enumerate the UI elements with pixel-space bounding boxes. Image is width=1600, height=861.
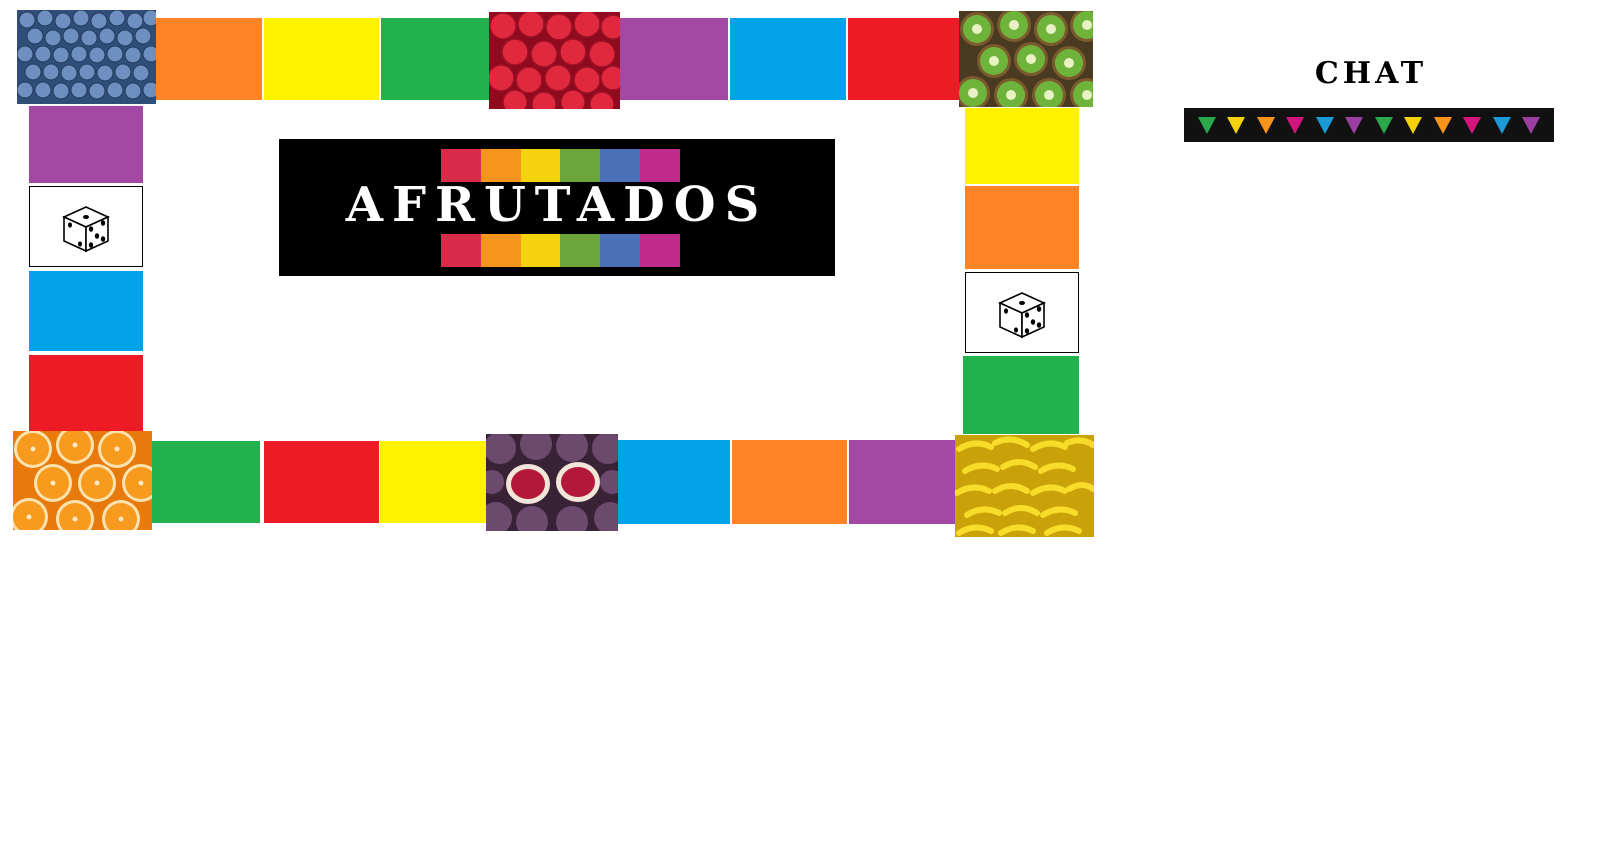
dice-square-right[interactable]: [965, 272, 1079, 353]
chat-marker-icon: [1492, 116, 1511, 134]
board-square[interactable]: [29, 106, 143, 183]
dice-icon: [998, 291, 1046, 338]
board-square[interactable]: [849, 440, 955, 524]
board-square[interactable]: [380, 441, 486, 523]
fruit-strip-segment: [600, 234, 641, 267]
chat-marker-icon: [1404, 116, 1423, 134]
board-square[interactable]: [152, 441, 260, 523]
chat-marker-icon: [1256, 116, 1275, 134]
chat-marker-icon: [1286, 116, 1305, 134]
fruit-strip-bottom: [441, 234, 680, 267]
chat-bar[interactable]: [1184, 108, 1554, 142]
chat-marker-icon: [1522, 116, 1541, 134]
figs-tile[interactable]: [486, 434, 618, 531]
board-square[interactable]: [730, 18, 846, 100]
board-square[interactable]: [618, 440, 730, 524]
chat-marker-icon: [1197, 116, 1216, 134]
board-square[interactable]: [264, 18, 379, 100]
raspberries-image: [489, 12, 620, 109]
board-square[interactable]: [29, 355, 143, 431]
chat-marker-icon: [1345, 116, 1364, 134]
blueberries-image: [17, 10, 156, 104]
board-square[interactable]: [264, 441, 379, 523]
board-square[interactable]: [965, 186, 1079, 269]
oranges-tile[interactable]: [13, 431, 152, 530]
game-banner: AFRUTADOS: [279, 139, 835, 276]
board-square[interactable]: [156, 18, 262, 100]
chat-marker-icon: [1227, 116, 1246, 134]
fruit-strip-segment: [640, 234, 680, 267]
raspberries-tile[interactable]: [489, 12, 620, 109]
bananas-tile[interactable]: [955, 435, 1094, 537]
board-square[interactable]: [965, 108, 1079, 184]
board-square[interactable]: [848, 18, 959, 100]
board-square[interactable]: [29, 271, 143, 351]
board-square[interactable]: [963, 356, 1079, 434]
kiwis-image: [959, 11, 1093, 107]
dice-square-left[interactable]: [29, 186, 143, 267]
chat-title: CHAT: [1314, 56, 1428, 91]
chat-marker-icon: [1463, 116, 1482, 134]
chat-marker-icon: [1374, 116, 1393, 134]
fruit-strip-segment: [520, 234, 561, 267]
fruit-strip-segment: [560, 234, 601, 267]
board-square[interactable]: [381, 18, 489, 100]
chat-marker-icon: [1315, 116, 1334, 134]
board-square[interactable]: [732, 440, 847, 524]
chat-marker-icon: [1433, 116, 1452, 134]
game-title: AFRUTADOS: [345, 177, 769, 233]
fruit-strip-segment: [441, 234, 481, 267]
dice-icon: [62, 205, 110, 252]
fruit-strip-segment: [480, 234, 521, 267]
bananas-image: [955, 435, 1094, 537]
board-square[interactable]: [620, 18, 728, 100]
kiwis-tile[interactable]: [959, 11, 1093, 107]
oranges-image: [13, 431, 152, 530]
figs-image: [486, 434, 618, 531]
blueberries-tile[interactable]: [17, 10, 156, 104]
